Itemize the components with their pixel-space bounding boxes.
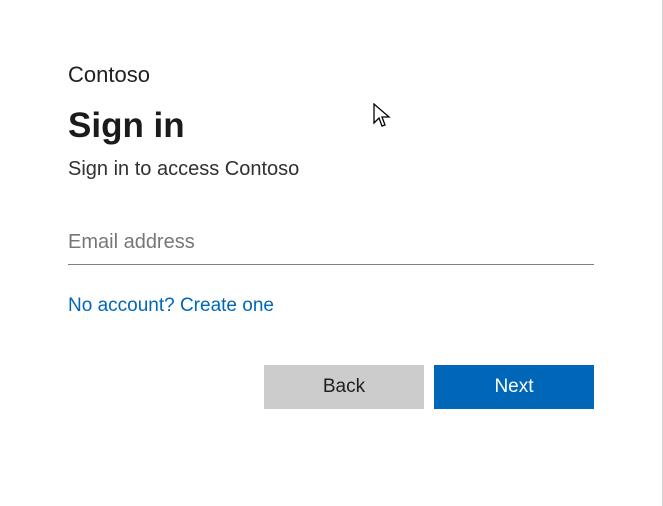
signin-panel: Contoso Sign in Sign in to access Contos… [0, 0, 663, 506]
create-account-link[interactable]: No account? Create one [68, 295, 274, 317]
page-subtitle: Sign in to access Contoso [68, 158, 594, 181]
brand-name: Contoso [68, 62, 594, 88]
email-input[interactable] [68, 227, 594, 265]
page-title: Sign in [68, 106, 594, 146]
next-button[interactable]: Next [434, 365, 594, 409]
back-button[interactable]: Back [264, 365, 424, 409]
button-row: Back Next [68, 365, 594, 409]
